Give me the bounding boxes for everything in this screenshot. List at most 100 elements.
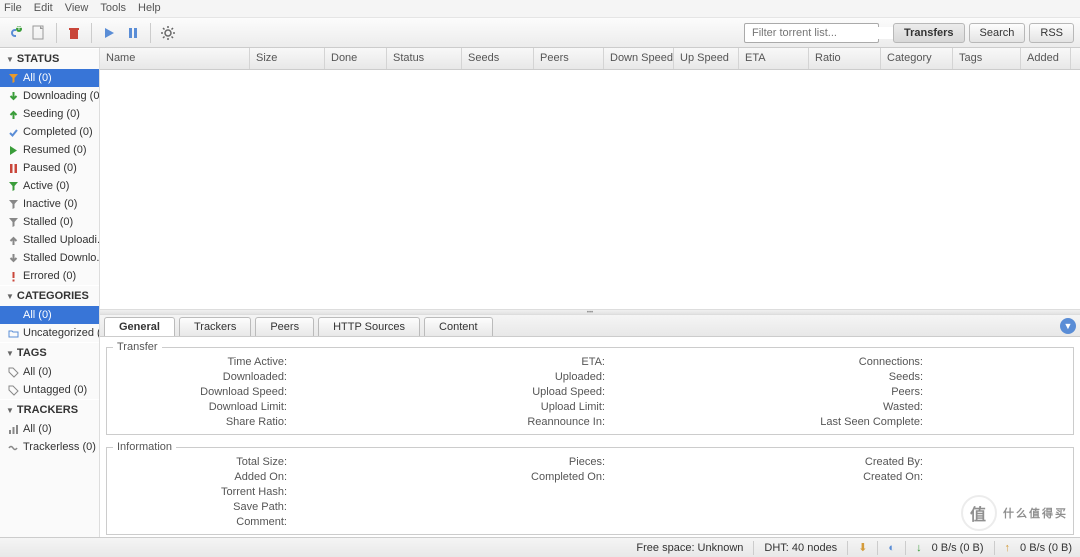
col-added[interactable]: Added [1021,48,1071,69]
field-label [749,515,929,528]
field-label: Torrent Hash: [113,485,293,498]
field-label: Save Path: [113,500,293,513]
menu-file[interactable]: File [4,2,22,15]
expand-icon[interactable]: ▼ [1060,318,1076,334]
dtab-trackers[interactable]: Trackers [179,317,251,336]
col-up-speed[interactable]: Up Speed [674,48,739,69]
tab-transfers[interactable]: Transfers [893,23,965,43]
field-value [611,455,749,468]
settings-icon[interactable] [159,24,177,42]
filter-input[interactable] [752,27,894,39]
field-value [293,385,431,398]
section-categories[interactable]: ▼CATEGORIES [0,285,99,306]
speed-icon[interactable]: ◐ [888,542,895,554]
sidebar-item-trackers-1[interactable]: Trackerless (0) [0,438,99,456]
sidebar-item-categories-0[interactable]: All (0) [0,306,99,324]
dtab-http[interactable]: HTTP Sources [318,317,420,336]
sidebar-item-label: Trackerless (0) [23,441,96,453]
dtab-general[interactable]: General [104,317,175,336]
sidebar-item-status-7[interactable]: Inactive (0) [0,195,99,213]
col-seeds[interactable]: Seeds [462,48,534,69]
field-label [431,500,611,513]
col-category[interactable]: Category [881,48,953,69]
sidebar-item-tags-1[interactable]: Untagged (0) [0,381,99,399]
section-status[interactable]: ▼STATUS [0,48,99,69]
menubar: File Edit View Tools Help [0,0,1080,18]
tab-search[interactable]: Search [969,23,1026,43]
sidebar-item-status-10[interactable]: Stalled Downlo... [0,249,99,267]
field-label: Wasted: [749,400,929,413]
tag-icon [8,385,19,396]
menu-tools[interactable]: Tools [100,2,126,15]
col-ratio[interactable]: Ratio [809,48,881,69]
field-value [611,415,749,428]
dtab-content[interactable]: Content [424,317,493,336]
col-size[interactable]: Size [250,48,325,69]
col-status[interactable]: Status [387,48,462,69]
sidebar-item-tags-0[interactable]: All (0) [0,363,99,381]
pause-icon[interactable] [124,24,142,42]
field-value [293,415,431,428]
field-label: Share Ratio: [113,415,293,428]
field-label: Download Limit: [113,400,293,413]
delete-icon[interactable] [65,24,83,42]
sidebar-item-trackers-0[interactable]: All (0) [0,420,99,438]
col-peers[interactable]: Peers [534,48,604,69]
add-file-icon[interactable] [30,24,48,42]
sidebar-item-label: Downloading (0) [23,90,99,102]
filter-search[interactable] [744,23,879,43]
statusbar: Free space: Unknown DHT: 40 nodes ⬇ ◐ ↓ … [0,537,1080,557]
sidebar-item-status-8[interactable]: Stalled (0) [0,213,99,231]
sidebar-item-status-6[interactable]: Active (0) [0,177,99,195]
folder-icon [8,328,19,339]
dtab-peers[interactable]: Peers [255,317,314,336]
field-value [611,400,749,413]
col-done[interactable]: Done [325,48,387,69]
section-tags[interactable]: ▼TAGS [0,342,99,363]
sidebar-item-categories-1[interactable]: Uncategorized (0) [0,324,99,342]
plug-icon[interactable]: ⬇ [858,541,867,554]
menu-view[interactable]: View [65,2,89,15]
field-value [929,415,1067,428]
field-value [929,455,1067,468]
sidebar-item-status-0[interactable]: All (0) [0,69,99,87]
down-arrow-icon: ↓ [916,542,922,554]
torrent-list[interactable] [100,70,1080,309]
field-value [611,500,749,513]
field-label: Download Speed: [113,385,293,398]
detail-tabs: General Trackers Peers HTTP Sources Cont… [100,315,1080,337]
transfer-fieldset: Transfer Time Active:ETA:Connections:Dow… [106,341,1074,435]
sidebar-item-label: Stalled Uploadi... [23,234,99,246]
col-tags[interactable]: Tags [953,48,1021,69]
col-down-speed[interactable]: Down Speed [604,48,674,69]
sidebar: ▼STATUSAll (0)Downloading (0)Seeding (0)… [0,48,100,537]
col-name[interactable]: Name [100,48,250,69]
main-tabs: Transfers Search RSS [893,23,1074,43]
menu-edit[interactable]: Edit [34,2,53,15]
tab-rss[interactable]: RSS [1029,23,1074,43]
sidebar-item-status-2[interactable]: Seeding (0) [0,105,99,123]
sb-dht: DHT: 40 nodes [764,542,837,554]
separator [56,23,57,43]
sidebar-item-status-11[interactable]: Errored (0) [0,267,99,285]
field-label: Time Active: [113,355,293,368]
add-link-icon[interactable]: + [6,24,24,42]
field-value [611,515,749,528]
sidebar-item-status-3[interactable]: Completed (0) [0,123,99,141]
col-eta[interactable]: ETA [739,48,809,69]
section-trackers[interactable]: ▼TRACKERS [0,399,99,420]
field-value [611,470,749,483]
sidebar-item-status-4[interactable]: Resumed (0) [0,141,99,159]
field-label: Peers: [749,385,929,398]
sidebar-item-status-1[interactable]: Downloading (0) [0,87,99,105]
sidebar-item-status-5[interactable]: Paused (0) [0,159,99,177]
field-value [293,370,431,383]
sidebar-item-status-9[interactable]: Stalled Uploadi... [0,231,99,249]
sidebar-item-label: Untagged (0) [23,384,87,396]
detail-body: Transfer Time Active:ETA:Connections:Dow… [100,337,1080,537]
transfer-legend: Transfer [113,341,162,353]
separator [91,23,92,43]
menu-help[interactable]: Help [138,2,161,15]
field-label [431,485,611,498]
start-icon[interactable] [100,24,118,42]
